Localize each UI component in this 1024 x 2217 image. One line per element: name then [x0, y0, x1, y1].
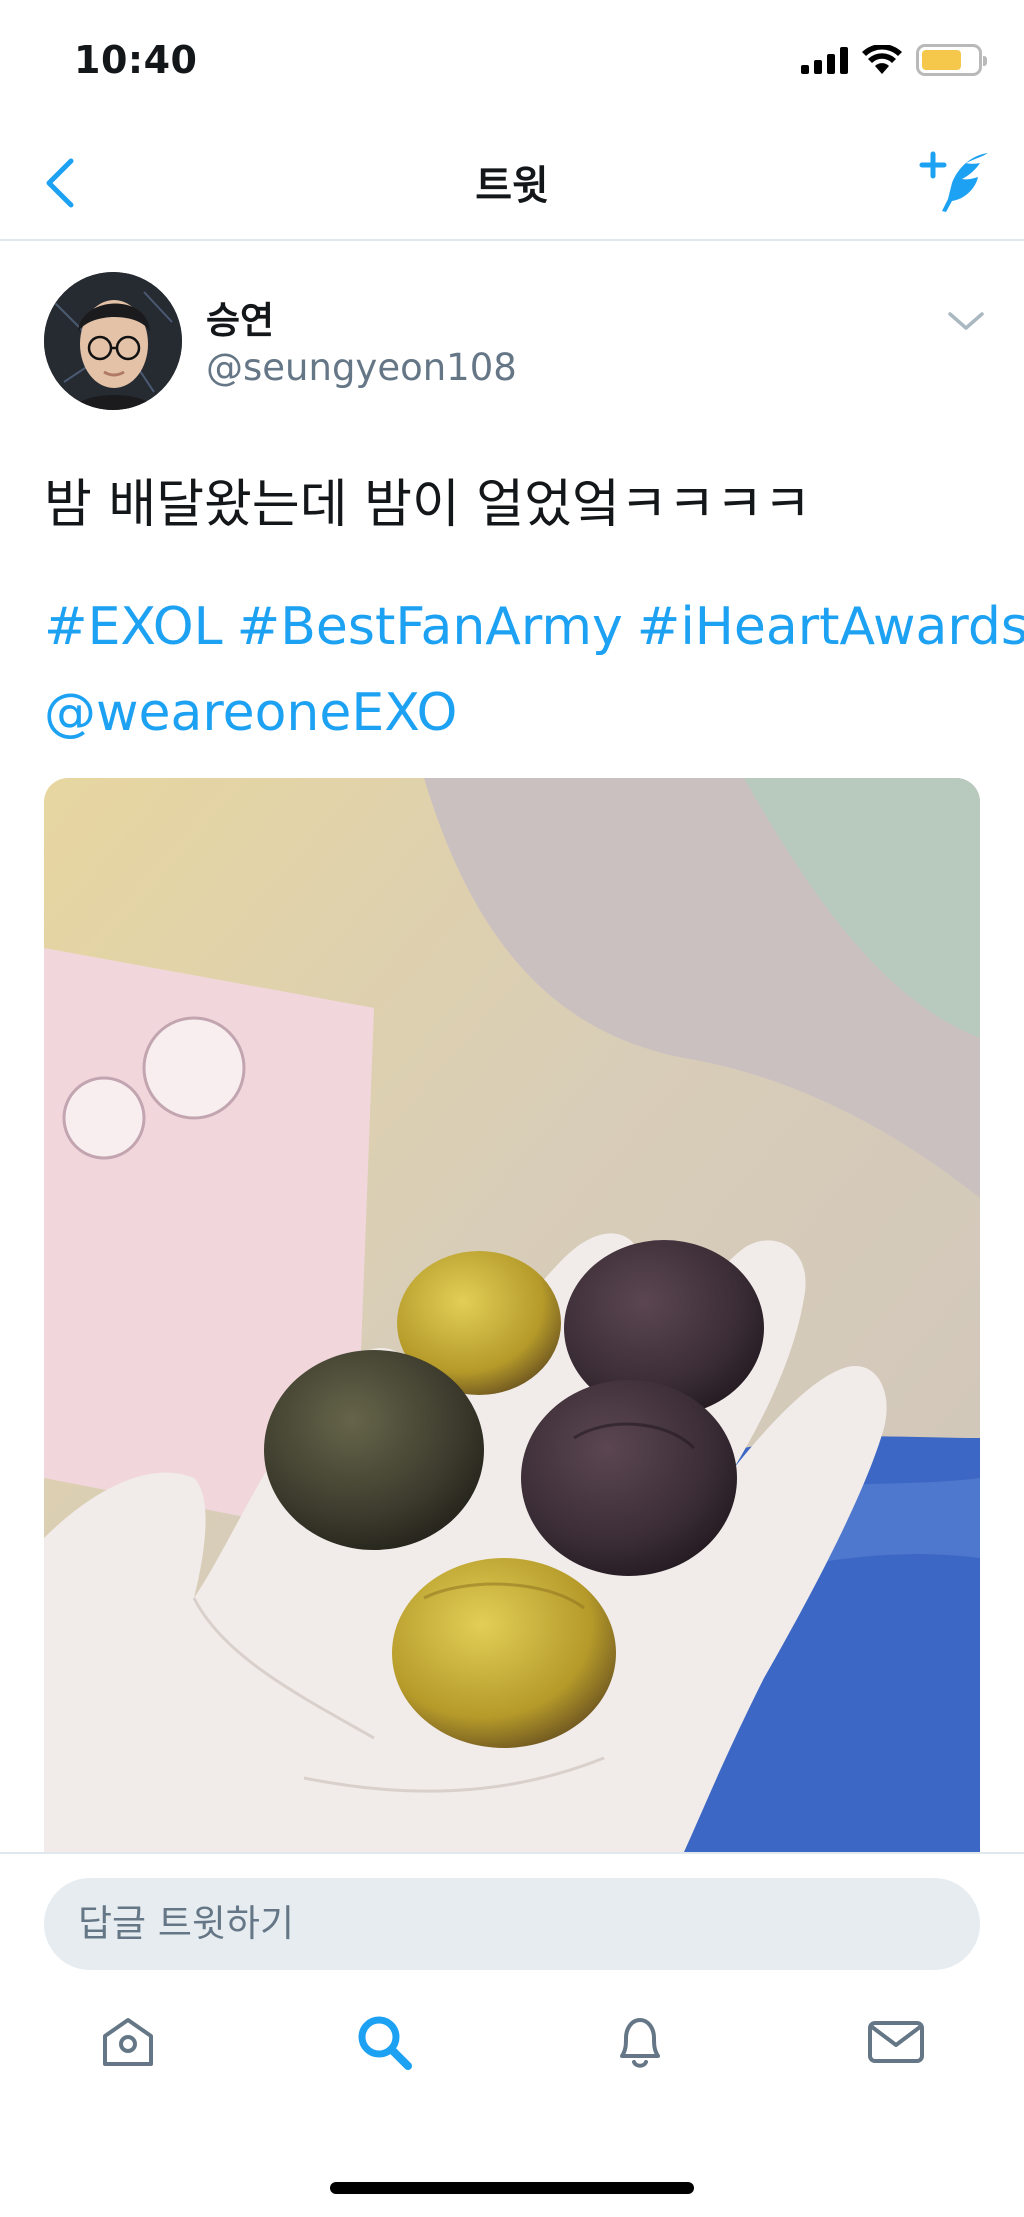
status-icons	[801, 44, 987, 76]
battery-icon	[916, 44, 987, 76]
user-handle[interactable]: @seungyeon108	[206, 346, 517, 389]
bell-icon	[620, 2018, 660, 2068]
nav-bar: 트윗	[0, 125, 1024, 241]
wifi-icon	[862, 45, 902, 74]
search-icon	[358, 2016, 412, 2070]
hashtag-link[interactable]: #iHeartAwards	[637, 597, 1024, 657]
reply-input[interactable]: 답글 트윗하기	[44, 1878, 980, 1970]
tweet-text: 밤 배달왔는데 밤이 얼었엌ㅋㅋㅋㅋ	[44, 475, 812, 535]
photo-chestnuts-in-hand	[44, 778, 980, 1852]
mention-link[interactable]: @weareoneEXO	[44, 683, 457, 743]
status-time: 10:40	[74, 38, 198, 82]
reply-bar: 답글 트윗하기	[0, 1852, 1024, 1972]
tab-bar	[0, 1972, 1024, 2112]
home-icon	[103, 2018, 153, 2066]
home-indicator[interactable]	[330, 2182, 694, 2194]
user-name[interactable]: 승연	[206, 290, 274, 344]
tweet-header: 승연 @seungyeon108	[44, 272, 984, 414]
avatar-image	[44, 272, 182, 410]
chevron-down-icon	[948, 312, 984, 330]
tweet-options-button[interactable]	[944, 306, 988, 336]
status-bar: 10:40	[0, 0, 1024, 125]
avatar[interactable]	[44, 272, 182, 410]
mail-icon	[868, 2021, 924, 2063]
tweet-photo[interactable]	[44, 778, 980, 1852]
signal-icon	[801, 46, 848, 74]
compose-tweet-icon	[919, 151, 988, 212]
hashtag-link[interactable]: #EXOL	[44, 597, 223, 657]
compose-tweet-button[interactable]	[914, 147, 994, 217]
tab-notifications[interactable]	[595, 1997, 685, 2087]
tweet-links: #EXOL #BestFanArmy #iHeartAwards @weareone…	[44, 584, 1024, 756]
tab-search[interactable]	[339, 1997, 429, 2087]
tab-messages[interactable]	[851, 1997, 941, 2087]
tab-home[interactable]	[83, 1997, 173, 2087]
hashtag-link[interactable]: #BestFanArmy	[237, 597, 623, 657]
page-title: 트윗	[475, 163, 549, 209]
